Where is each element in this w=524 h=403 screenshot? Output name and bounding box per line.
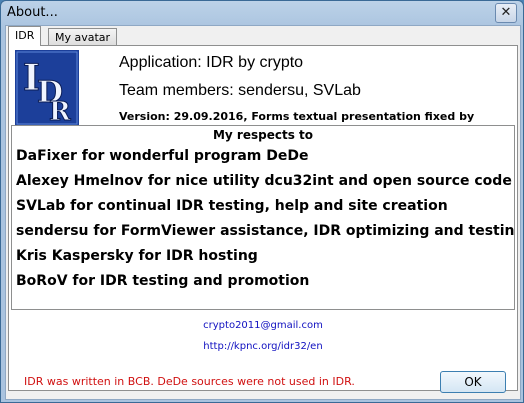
window-title: About... <box>7 5 58 20</box>
idr-logo-icon: I D R <box>15 50 79 126</box>
tab-panel-idr: I D R Application: IDR by crypto Team me… <box>8 45 518 391</box>
team-members: Team members: sendersu, SVLab <box>119 82 361 99</box>
application-title: Application: IDR by crypto <box>119 54 304 71</box>
ok-button[interactable]: OK <box>440 371 506 393</box>
credit-item: sendersu for FormViewer assistance, IDR … <box>16 223 515 239</box>
credit-item: SVLab for continual IDR testing, help an… <box>16 198 448 214</box>
dialog-client-area: IDR My avatar I D R Application: IDR by … <box>5 25 521 400</box>
sources-note: IDR was written in BCB. DeDe sources wer… <box>24 375 355 388</box>
email-link[interactable]: crypto2011@gmail.com <box>9 320 517 331</box>
tab-idr[interactable]: IDR <box>8 26 42 46</box>
svg-text:R: R <box>49 97 71 126</box>
website-link[interactable]: http://kpnc.org/idr32/en <box>9 341 517 352</box>
tab-my-avatar[interactable]: My avatar <box>48 28 118 46</box>
title-bar[interactable]: About... ✕ <box>1 1 523 25</box>
respects-box: My respects to DaFixer for wonderful pro… <box>11 125 515 310</box>
credit-item: Kris Kaspersky for IDR hosting <box>16 248 258 264</box>
credit-item: BoRoV for IDR testing and promotion <box>16 273 310 289</box>
credit-item: Alexey Hmelnov for nice utility dcu32int… <box>16 173 512 189</box>
respects-title: My respects to <box>212 128 314 142</box>
close-button[interactable]: ✕ <box>495 3 517 23</box>
about-window: About... ✕ IDR My avatar I D R Applicati… <box>0 0 524 403</box>
credit-item: DaFixer for wonderful program DeDe <box>16 148 309 164</box>
